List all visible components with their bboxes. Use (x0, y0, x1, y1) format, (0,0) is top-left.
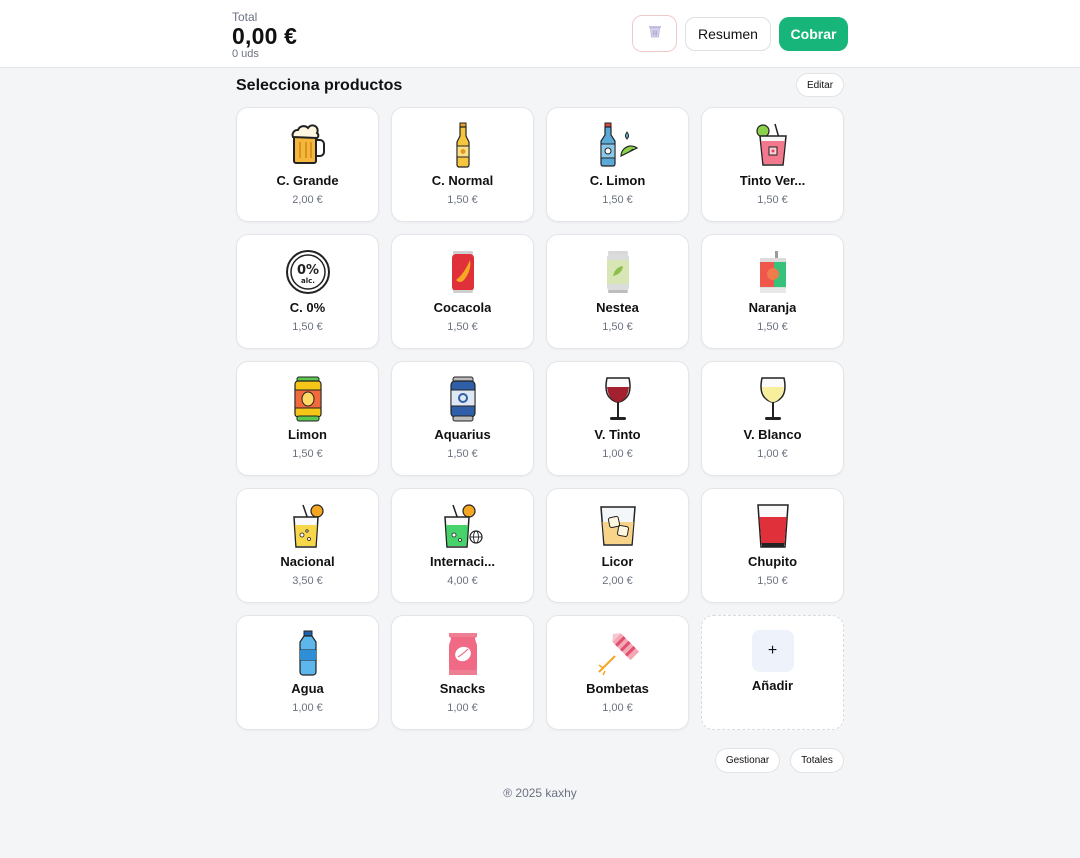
water-bottle-icon (284, 630, 332, 676)
top-bar: Total 0,00 € 0 uds Resumen Cobrar (0, 0, 1080, 68)
totals-button[interactable]: Totales (790, 748, 844, 773)
product-name: Internaci... (429, 554, 496, 569)
product-name: V. Tinto (594, 427, 641, 442)
product-card[interactable]: Tinto Ver... 1,50 € (701, 107, 844, 222)
product-card[interactable]: 0% alc. C. 0% 1,50 € (236, 234, 379, 349)
product-price: 4,00 € (447, 575, 478, 587)
product-card[interactable]: Nacional 3,50 € (236, 488, 379, 603)
product-price: 1,00 € (757, 448, 788, 460)
footer-copyright: ® 2025 kaxhy (503, 786, 577, 800)
product-card[interactable]: C. Grande 2,00 € (236, 107, 379, 222)
lemon-beer-icon (594, 122, 642, 168)
iced-tea-can-icon (594, 249, 642, 295)
product-price: 1,50 € (447, 194, 478, 206)
add-product-label: Añadir (751, 678, 794, 693)
product-name: Nacional (280, 554, 335, 569)
product-card[interactable]: Chupito 1,50 € (701, 488, 844, 603)
total-summary: Total 0,00 € 0 uds (232, 10, 297, 60)
cocktail-glass-icon (284, 503, 332, 549)
product-price: 1,50 € (292, 448, 323, 460)
zero-alcohol-icon: 0% alc. (284, 249, 332, 295)
product-name: Licor (601, 554, 634, 569)
product-card[interactable]: C. Limon 1,50 € (546, 107, 689, 222)
manage-button[interactable]: Gestionar (715, 748, 780, 773)
svg-text:0%: 0% (296, 263, 318, 278)
product-price: 1,50 € (447, 321, 478, 333)
product-name: V. Blanco (743, 427, 802, 442)
product-grid: C. Grande 2,00 € C. Normal 1,50 € C. Lim… (236, 107, 844, 730)
shot-glass-icon (749, 503, 797, 549)
international-cocktail-icon (439, 503, 487, 549)
product-price: 1,50 € (757, 321, 788, 333)
product-name: C. 0% (289, 300, 326, 315)
product-name: Aquarius (434, 427, 491, 442)
product-card[interactable]: Cocacola 1,50 € (391, 234, 534, 349)
product-card[interactable]: Internaci... 4,00 € (391, 488, 534, 603)
tinto-de-verano-icon (749, 122, 797, 168)
product-price: 1,50 € (292, 321, 323, 333)
product-name: Chupito (747, 554, 798, 569)
product-price: 1,50 € (447, 448, 478, 460)
product-card[interactable]: Licor 2,00 € (546, 488, 689, 603)
add-product-card[interactable]: + Añadir (701, 615, 844, 730)
product-name: Tinto Ver... (739, 173, 806, 188)
product-price: 1,00 € (292, 702, 323, 714)
product-price: 1,50 € (757, 575, 788, 587)
product-card[interactable]: Aquarius 1,50 € (391, 361, 534, 476)
orange-juice-icon (749, 249, 797, 295)
svg-text:alc.: alc. (301, 277, 315, 285)
trash-icon (647, 23, 663, 44)
product-price: 1,50 € (602, 321, 633, 333)
charge-button[interactable]: Cobrar (779, 17, 848, 51)
product-name: Bombetas (586, 681, 649, 696)
firework-icon (594, 630, 642, 676)
product-name: C. Normal (431, 173, 494, 188)
product-card[interactable]: Bombetas 1,00 € (546, 615, 689, 730)
product-card[interactable]: Snacks 1,00 € (391, 615, 534, 730)
product-card[interactable]: Nestea 1,50 € (546, 234, 689, 349)
snack-bag-icon (439, 630, 487, 676)
clear-order-button[interactable] (632, 15, 677, 52)
plus-icon: + (751, 630, 794, 672)
product-card[interactable]: Naranja 1,50 € (701, 234, 844, 349)
product-name: Nestea (596, 300, 639, 315)
beer-bottle-icon (439, 122, 487, 168)
product-card[interactable]: Agua 1,00 € (236, 615, 379, 730)
product-name: Limon (288, 427, 327, 442)
product-price: 1,50 € (757, 194, 788, 206)
total-label: Total (232, 10, 258, 24)
product-name: Agua (291, 681, 324, 696)
product-price: 2,00 € (292, 194, 323, 206)
red-wine-glass-icon (594, 376, 642, 422)
product-name: C. Grande (276, 173, 339, 188)
section-title: Selecciona productos (236, 77, 403, 94)
white-wine-glass-icon (749, 376, 797, 422)
liquor-glass-icon (594, 503, 642, 549)
product-price: 1,00 € (602, 702, 633, 714)
product-price: 1,00 € (602, 448, 633, 460)
product-card[interactable]: V. Blanco 1,00 € (701, 361, 844, 476)
summary-button[interactable]: Resumen (685, 17, 771, 51)
total-units: 0 uds (232, 48, 259, 60)
product-price: 1,00 € (447, 702, 478, 714)
product-name: Snacks (439, 681, 486, 696)
product-card[interactable]: C. Normal 1,50 € (391, 107, 534, 222)
beer-mug-icon (284, 122, 332, 168)
total-amount: 0,00 € (232, 23, 298, 49)
product-card[interactable]: V. Tinto 1,00 € (546, 361, 689, 476)
lemon-soda-can-icon (284, 376, 332, 422)
product-price: 3,50 € (292, 575, 323, 587)
sports-drink-can-icon (439, 376, 487, 422)
product-card[interactable]: Limon 1,50 € (236, 361, 379, 476)
edit-button[interactable]: Editar (796, 73, 844, 97)
product-name: Cocacola (433, 300, 492, 315)
product-name: C. Limon (589, 173, 646, 188)
product-price: 2,00 € (602, 575, 633, 587)
product-price: 1,50 € (602, 194, 633, 206)
cola-can-icon (439, 249, 487, 295)
product-name: Naranja (748, 300, 797, 315)
